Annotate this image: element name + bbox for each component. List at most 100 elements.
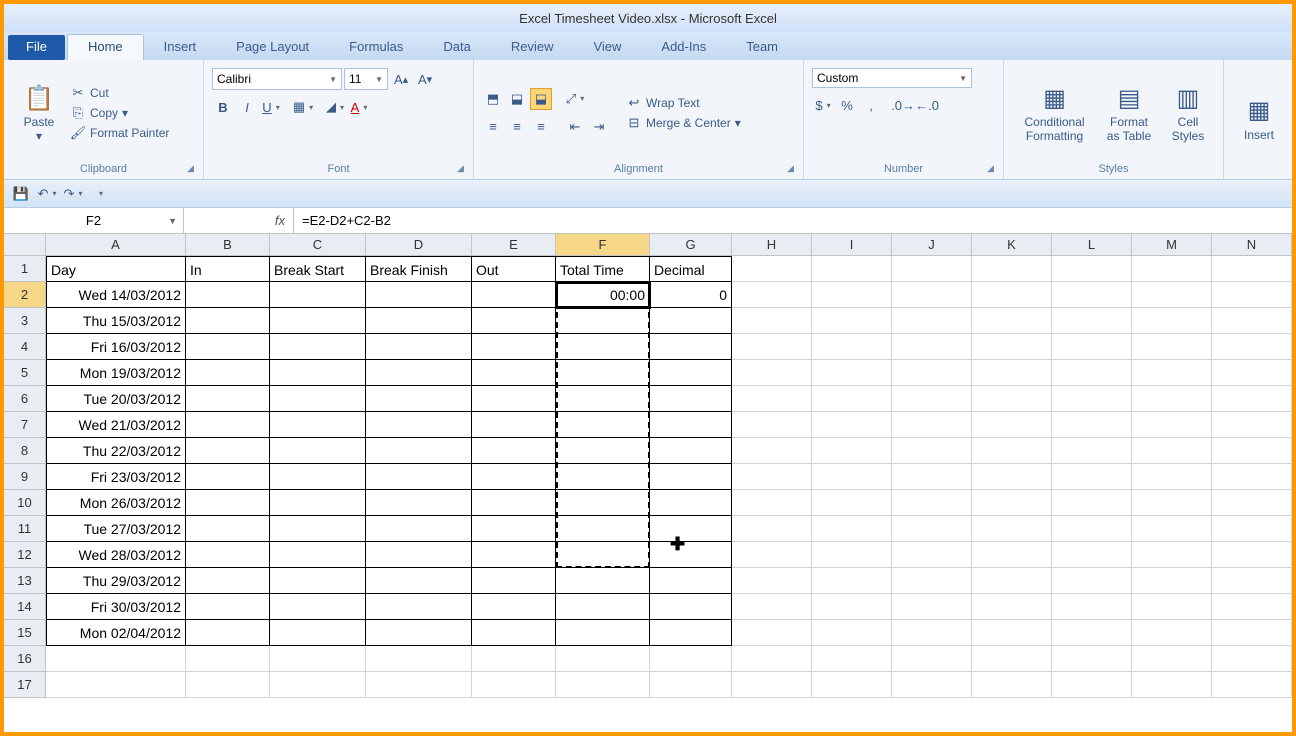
cell-A15[interactable]: Mon 02/04/2012	[46, 620, 186, 646]
cell-L17[interactable]	[1052, 672, 1132, 698]
underline-button[interactable]: U ▾	[260, 96, 282, 118]
border-button[interactable]: ▦▾	[292, 96, 314, 118]
cell-M4[interactable]	[1132, 334, 1212, 360]
cell-L13[interactable]	[1052, 568, 1132, 594]
row-header[interactable]: 16	[4, 646, 46, 672]
increase-indent-button[interactable]: ⇥	[588, 116, 610, 138]
cell-I12[interactable]	[812, 542, 892, 568]
cell-F10[interactable]	[556, 490, 650, 516]
cell-M8[interactable]	[1132, 438, 1212, 464]
cell-K8[interactable]	[972, 438, 1052, 464]
cell-K16[interactable]	[972, 646, 1052, 672]
tab-add-ins[interactable]: Add-Ins	[641, 35, 726, 60]
row-header[interactable]: 1	[4, 256, 46, 282]
cell-C10[interactable]	[270, 490, 366, 516]
col-header-I[interactable]: I	[812, 234, 892, 256]
font-color-button[interactable]: A▾	[348, 96, 370, 118]
cell-K17[interactable]	[972, 672, 1052, 698]
cell-F5[interactable]	[556, 360, 650, 386]
format-as-table-button[interactable]: ▤ Format as Table	[1097, 80, 1161, 144]
cell-N7[interactable]	[1212, 412, 1292, 438]
format-painter-button[interactable]: 🖌Format Painter	[66, 124, 173, 142]
cut-button[interactable]: ✂Cut	[66, 84, 173, 102]
cell-J1[interactable]	[892, 256, 972, 282]
cell-L2[interactable]	[1052, 282, 1132, 308]
cell-B12[interactable]	[186, 542, 270, 568]
cell-L9[interactable]	[1052, 464, 1132, 490]
cell-E7[interactable]	[472, 412, 556, 438]
cell-E16[interactable]	[472, 646, 556, 672]
cell-G13[interactable]	[650, 568, 732, 594]
cell-D7[interactable]	[366, 412, 472, 438]
cell-B15[interactable]	[186, 620, 270, 646]
cell-J13[interactable]	[892, 568, 972, 594]
cell-D9[interactable]	[366, 464, 472, 490]
cell-G14[interactable]	[650, 594, 732, 620]
row-header[interactable]: 9	[4, 464, 46, 490]
align-middle-button[interactable]: ⬓	[506, 88, 528, 110]
cell-I9[interactable]	[812, 464, 892, 490]
cell-J16[interactable]	[892, 646, 972, 672]
conditional-formatting-button[interactable]: ▦ Conditional Formatting	[1012, 80, 1097, 144]
cell-J8[interactable]	[892, 438, 972, 464]
cell-L14[interactable]	[1052, 594, 1132, 620]
cell-J3[interactable]	[892, 308, 972, 334]
cell-G7[interactable]	[650, 412, 732, 438]
wrap-text-button[interactable]: ↩Wrap Text	[622, 94, 745, 112]
cell-B8[interactable]	[186, 438, 270, 464]
cell-M12[interactable]	[1132, 542, 1212, 568]
cell-F13[interactable]	[556, 568, 650, 594]
select-all-corner[interactable]	[4, 234, 46, 256]
cell-B1[interactable]: In	[186, 256, 270, 282]
cell-G8[interactable]	[650, 438, 732, 464]
cell-D17[interactable]	[366, 672, 472, 698]
cell-B13[interactable]	[186, 568, 270, 594]
cell-I4[interactable]	[812, 334, 892, 360]
copy-button[interactable]: ⎘Copy ▾	[66, 104, 173, 122]
align-top-button[interactable]: ⬒	[482, 88, 504, 110]
cell-N13[interactable]	[1212, 568, 1292, 594]
tab-formulas[interactable]: Formulas	[329, 35, 423, 60]
cell-D4[interactable]	[366, 334, 472, 360]
cell-F16[interactable]	[556, 646, 650, 672]
cell-B7[interactable]	[186, 412, 270, 438]
cell-D15[interactable]	[366, 620, 472, 646]
cell-A14[interactable]: Fri 30/03/2012	[46, 594, 186, 620]
cell-G4[interactable]	[650, 334, 732, 360]
cell-I16[interactable]	[812, 646, 892, 672]
percent-button[interactable]: %	[836, 94, 858, 116]
col-header-N[interactable]: N	[1212, 234, 1292, 256]
col-header-H[interactable]: H	[732, 234, 812, 256]
cell-M9[interactable]	[1132, 464, 1212, 490]
name-box[interactable]: F2 ▼	[4, 208, 184, 233]
save-button[interactable]: 💾	[10, 183, 32, 205]
align-center-button[interactable]: ≡	[506, 116, 528, 138]
cell-E11[interactable]	[472, 516, 556, 542]
cell-H3[interactable]	[732, 308, 812, 334]
cell-H2[interactable]	[732, 282, 812, 308]
cell-L12[interactable]	[1052, 542, 1132, 568]
cell-J9[interactable]	[892, 464, 972, 490]
cell-I5[interactable]	[812, 360, 892, 386]
row-header[interactable]: 10	[4, 490, 46, 516]
cell-A10[interactable]: Mon 26/03/2012	[46, 490, 186, 516]
cell-C17[interactable]	[270, 672, 366, 698]
paste-button[interactable]: 📋 Paste▾	[12, 80, 66, 144]
cell-M15[interactable]	[1132, 620, 1212, 646]
cell-A16[interactable]	[46, 646, 186, 672]
cell-L11[interactable]	[1052, 516, 1132, 542]
cell-E8[interactable]	[472, 438, 556, 464]
cell-J10[interactable]	[892, 490, 972, 516]
row-header[interactable]: 3	[4, 308, 46, 334]
cell-K12[interactable]	[972, 542, 1052, 568]
align-left-button[interactable]: ≡	[482, 116, 504, 138]
cell-C4[interactable]	[270, 334, 366, 360]
cell-M7[interactable]	[1132, 412, 1212, 438]
cell-K2[interactable]	[972, 282, 1052, 308]
cell-C13[interactable]	[270, 568, 366, 594]
cell-G11[interactable]	[650, 516, 732, 542]
formula-input[interactable]: =E2-D2+C2-B2	[294, 208, 1292, 233]
cell-B2[interactable]	[186, 282, 270, 308]
cell-H8[interactable]	[732, 438, 812, 464]
cell-J17[interactable]	[892, 672, 972, 698]
